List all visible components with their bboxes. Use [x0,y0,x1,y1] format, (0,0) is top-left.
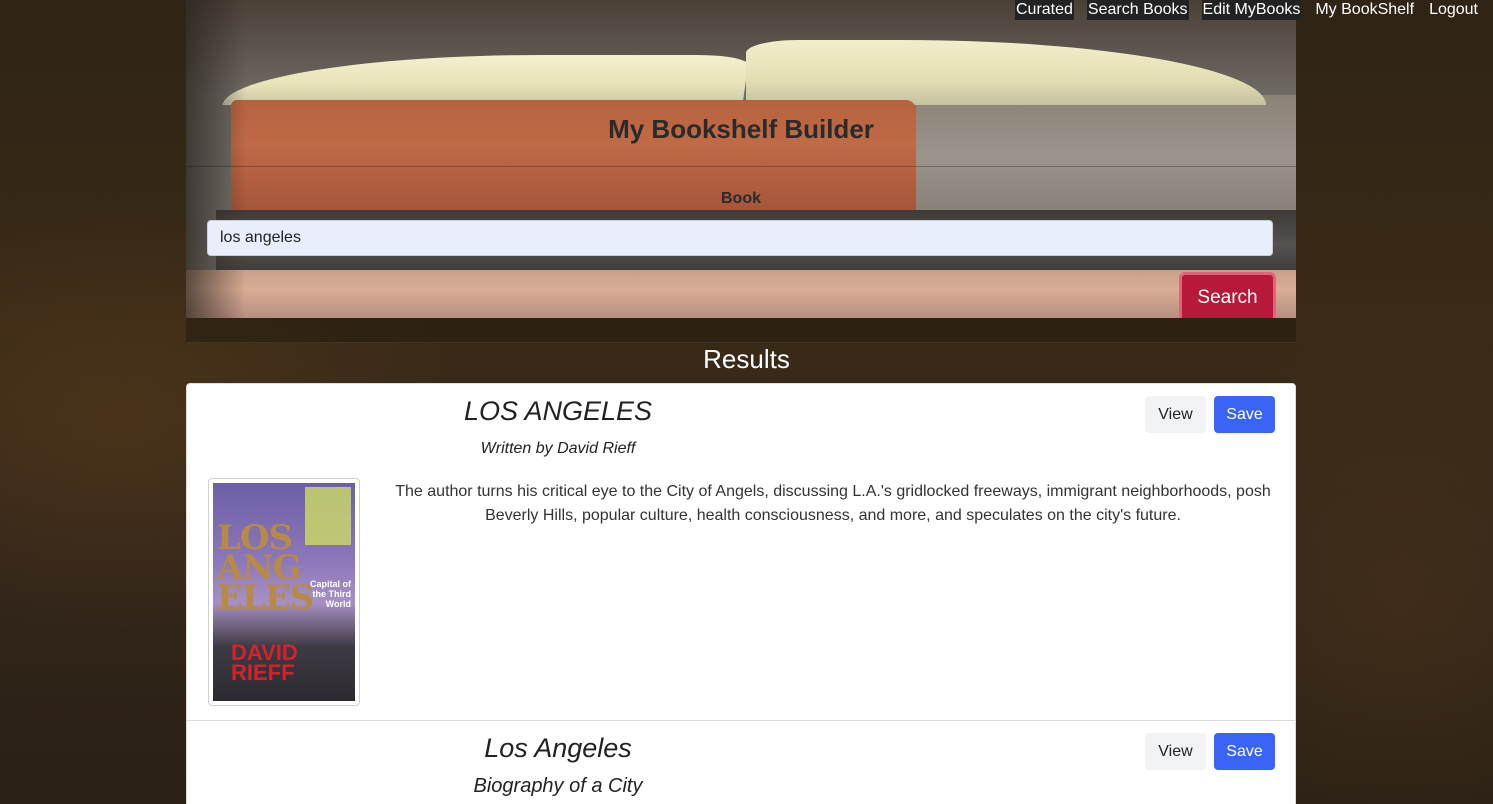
book-cover[interactable]: LOS ANGELES Capital of the Third World D… [208,478,360,706]
hero-book-page-right [746,40,1266,105]
result-subtitle: Biography of a City [473,775,643,797]
result-actions: View Save [1145,733,1275,770]
book-cover-image: LOS ANGELES Capital of the Third World D… [213,483,355,701]
result-title: LOS ANGELES [463,396,653,426]
result-description: The author turns his critical eye to the… [395,483,1271,524]
results-list: LOS ANGELES Written by David Rieff View … [186,383,1296,804]
header-underbar [186,318,1296,343]
nav-logout[interactable]: Logout [1428,0,1479,20]
results-heading: Results [703,344,790,374]
view-button[interactable]: View [1145,733,1206,770]
nav-search-books[interactable]: Search Books [1086,0,1189,20]
cover-title-art: LOS ANGELES [217,518,314,618]
nav-edit-mybooks[interactable]: Edit MyBooks [1201,0,1302,20]
nav-curated[interactable]: Curated [1015,0,1074,20]
save-button[interactable]: Save [1214,396,1275,433]
cover-author-art: DAVID RIEFF [231,640,298,685]
hero-shadow [186,0,246,318]
result-actions: View Save [1145,396,1275,433]
result-item: Los Angeles Biography of a City View Sav… [187,721,1295,804]
result-item: LOS ANGELES Written by David Rieff View … [187,384,1295,721]
header-divider [186,166,1296,167]
book-search-input[interactable] [207,220,1273,256]
book-field-label: Book [721,190,761,207]
cover-subtitle-art: Capital of the Third World [309,579,351,609]
nav-my-bookshelf[interactable]: My BookShelf [1314,0,1415,20]
header-hero: My Bookshelf Builder Book Search [186,0,1296,318]
view-button[interactable]: View [1145,396,1206,433]
page-title: My Bookshelf Builder [608,114,874,144]
result-title: Los Angeles [484,733,632,763]
hero-bottom-book [186,270,1296,318]
result-author: Written by David Rieff [480,440,636,457]
search-button[interactable]: Search [1179,272,1276,318]
top-nav: Curated Search Books Edit MyBooks My Boo… [1015,0,1479,20]
save-button[interactable]: Save [1214,733,1275,770]
hero-book-page-left [222,55,750,105]
